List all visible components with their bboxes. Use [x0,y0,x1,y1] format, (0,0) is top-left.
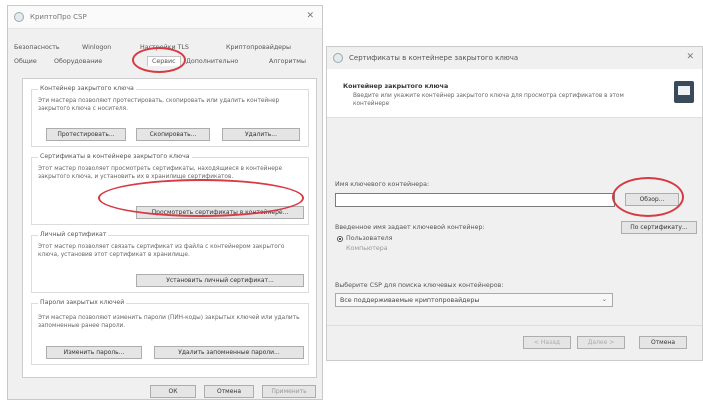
next-button[interactable]: Далее > [577,336,625,349]
change-password-button[interactable]: Изменить пароль... [46,346,142,359]
group-title: Пароли закрытых ключей [38,299,127,306]
close-icon[interactable]: ✕ [306,11,314,21]
tab-algorithms[interactable]: Алгоритмы [269,58,306,65]
group-container: Контейнер закрытого ключа Эти мастера по… [31,85,309,147]
app-icon [333,53,343,63]
chevron-down-icon: ⌄ [601,296,607,303]
tab-security[interactable]: Безопасность [14,44,60,51]
header-title: Контейнер закрытого ключа [343,83,449,90]
tab-advanced[interactable]: Дополнительно [186,58,238,65]
group-title: Сертификаты в контейнере закрытого ключа [38,153,192,160]
tab-general[interactable]: Общие [14,58,37,65]
radio-computer-label: Компьютера [346,245,388,252]
cancel-button[interactable]: Отмена [639,336,687,349]
group-text: Эти мастера позволяют протестировать, ск… [38,98,280,112]
group-text: Этот мастер позволяет просмотреть сертиф… [38,166,283,180]
install-cert-button[interactable]: Установить личный сертификат... [136,274,304,287]
highlight-view-certs-button [98,179,304,217]
test-button[interactable]: Протестировать... [46,128,126,141]
cancel-button[interactable]: Отмена [204,385,254,398]
highlight-browse-button [612,177,684,217]
tab-winlogon[interactable]: Winlogon [82,44,111,51]
apply-button[interactable]: Применить [262,385,316,398]
app-icon [14,12,24,22]
group-personal: Личный сертификат Этот мастер позволяет … [31,231,309,293]
title-bar: Сертификаты в контейнере закрытого ключа… [327,47,702,70]
tab-hardware[interactable]: Оборудование [54,58,102,65]
window-title: КриптоПро CSP [30,13,87,21]
service-panel: Контейнер закрытого ключа Эти мастера по… [22,78,317,378]
group-text: Эти мастера позволяют изменить пароли (П… [38,315,300,329]
wizard-header: Контейнер закрытого ключа Введите или ук… [327,69,702,118]
csp-select-value: Все поддерживаемые криптопровайдеры [340,297,480,304]
container-name-input[interactable] [335,193,615,207]
group-title: Контейнер закрытого ключа [38,85,136,92]
csp-select[interactable]: Все поддерживаемые криптопровайдеры ⌄ [335,293,613,307]
certificate-icon [674,81,694,103]
group-passwords: Пароли закрытых ключей Эти мастера позво… [31,299,309,365]
ok-button[interactable]: ОК [150,385,196,398]
by-certificate-button[interactable]: По сертификату... [621,221,697,234]
copy-button[interactable]: Скопировать... [136,128,210,141]
radio-user-label: Пользователя [346,235,393,242]
dialog-title: Сертификаты в контейнере закрытого ключа [349,54,519,62]
tab-csp[interactable]: Криптопровайдеры [226,44,291,51]
delete-saved-passwords-button[interactable]: Удалить запомненные пароли... [154,346,304,359]
footer-divider [327,325,702,326]
title-bar: КриптоПро CSP ✕ [8,6,322,29]
radio-user[interactable] [337,236,343,242]
entered-name-label: Введенное имя задает ключевой контейнер: [335,224,485,231]
csp-label: Выберите CSP для поиска ключевых контейн… [335,282,504,289]
close-icon[interactable]: ✕ [686,52,694,62]
header-text: Введите или укажите контейнер закрытого … [353,93,624,107]
container-name-label: Имя ключевого контейнера: [335,181,430,188]
highlight-service-tab [132,47,186,73]
group-title: Личный сертификат [38,231,109,238]
group-text: Этот мастер позволяет связать сертификат… [38,244,285,258]
back-button[interactable]: < Назад [523,336,571,349]
delete-button[interactable]: Удалить... [222,128,300,141]
